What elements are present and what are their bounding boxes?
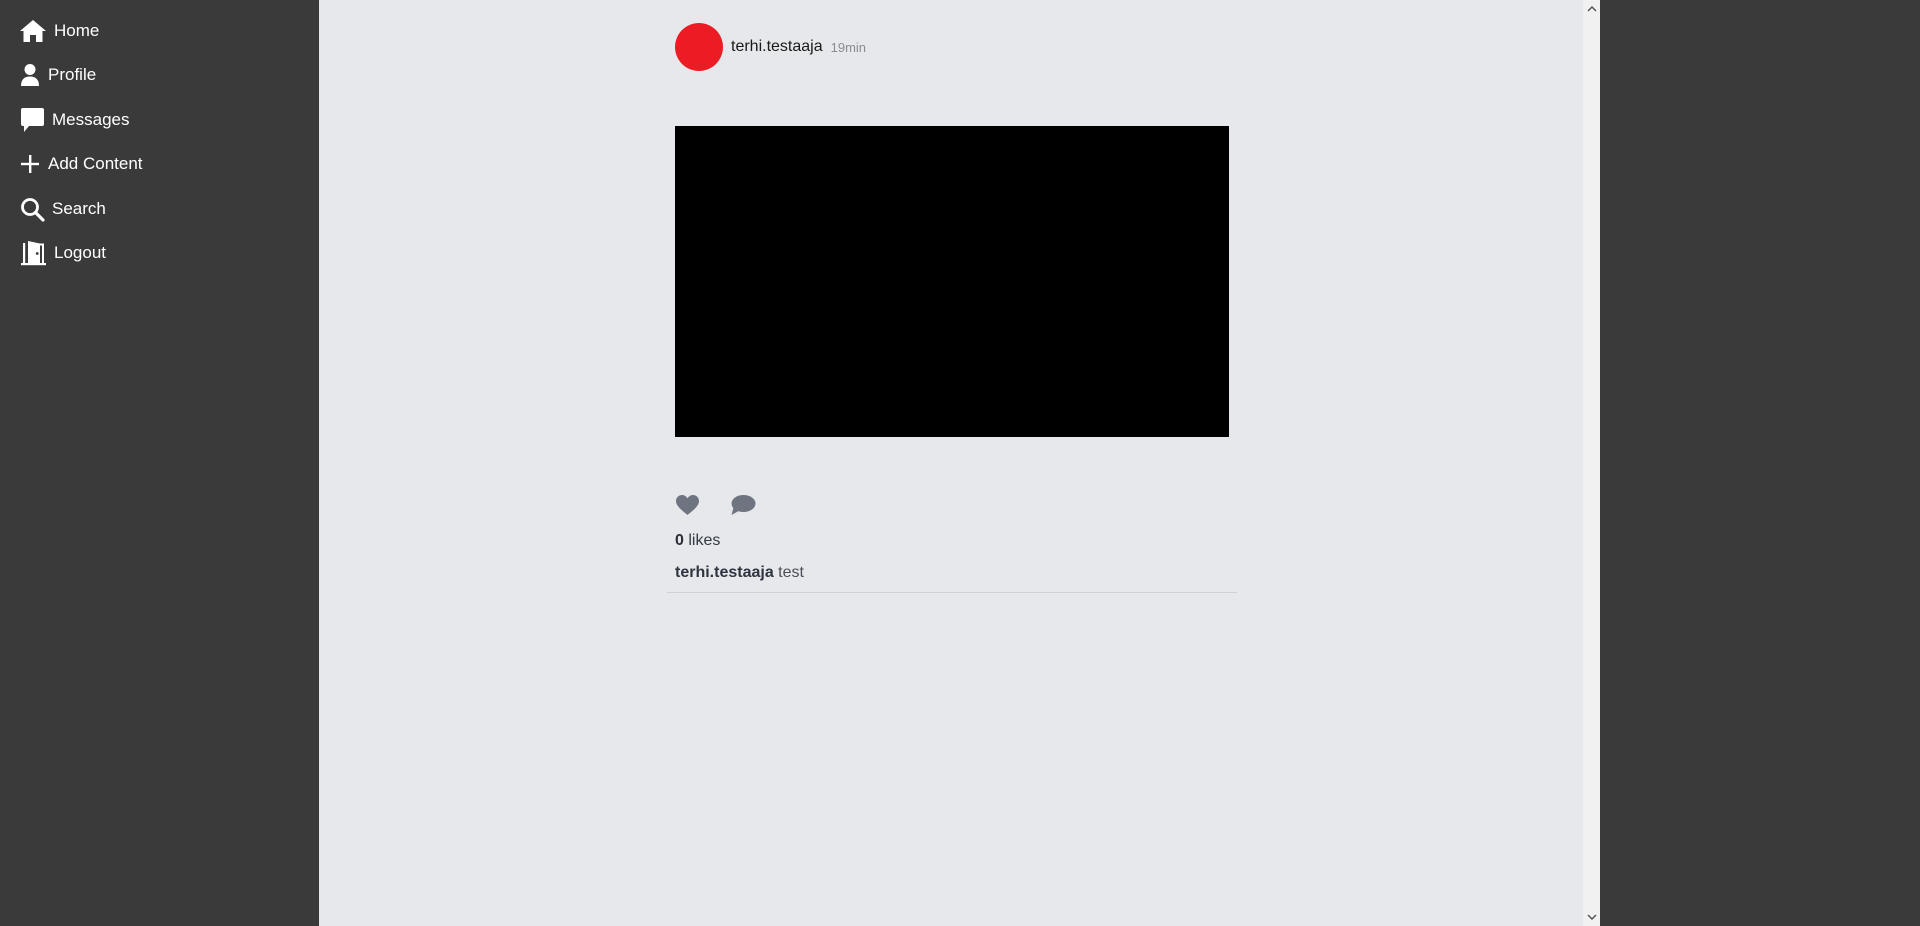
nav-item-messages[interactable]: Messages (19, 105, 129, 135)
post-header: terhi.testaaja 19min (675, 23, 866, 71)
nav-label: Search (52, 199, 106, 218)
home-icon (19, 18, 47, 44)
comment-bubble-icon[interactable] (730, 494, 756, 516)
page-margin-right (1600, 0, 1920, 926)
nav-label: Home (54, 21, 100, 40)
logout-door-icon (19, 240, 47, 266)
caption-text: test (778, 564, 804, 581)
avatar[interactable] (675, 23, 723, 71)
nav-item-logout[interactable]: Logout (19, 238, 106, 268)
post-media[interactable] (675, 126, 1229, 437)
search-icon (19, 196, 45, 222)
likes-count: 0 likes (675, 532, 720, 550)
message-icon (19, 107, 45, 133)
scroll-down-arrow-icon[interactable] (1583, 909, 1600, 926)
sidebar: Home Profile Messages Add Content Search… (0, 0, 319, 926)
like-heart-icon[interactable] (675, 494, 700, 516)
post-actions (675, 494, 756, 516)
user-icon (19, 62, 41, 88)
nav-label: Add Content (48, 154, 143, 173)
scroll-up-arrow-icon[interactable] (1583, 0, 1600, 17)
nav-item-home[interactable]: Home (19, 16, 99, 46)
plus-icon (19, 151, 41, 177)
likes-number: 0 (675, 532, 684, 549)
nav-label: Logout (54, 243, 106, 262)
post-timestamp: 19min (830, 39, 867, 55)
nav-item-add-content[interactable]: Add Content (19, 149, 143, 179)
nav-item-profile[interactable]: Profile (19, 60, 96, 90)
caption-username[interactable]: terhi.testaaja (675, 564, 774, 581)
post-caption: terhi.testaaja test (675, 564, 804, 582)
feed-area: terhi.testaaja 19min 0 likes terhi.testa… (319, 0, 1583, 926)
nav-label: Messages (52, 110, 130, 129)
vertical-scrollbar[interactable] (1583, 0, 1600, 926)
post-username[interactable]: terhi.testaaja (731, 38, 823, 56)
nav-label: Profile (48, 65, 97, 84)
post-divider (667, 592, 1237, 593)
nav-item-search[interactable]: Search (19, 194, 106, 224)
likes-label: likes (688, 532, 721, 549)
